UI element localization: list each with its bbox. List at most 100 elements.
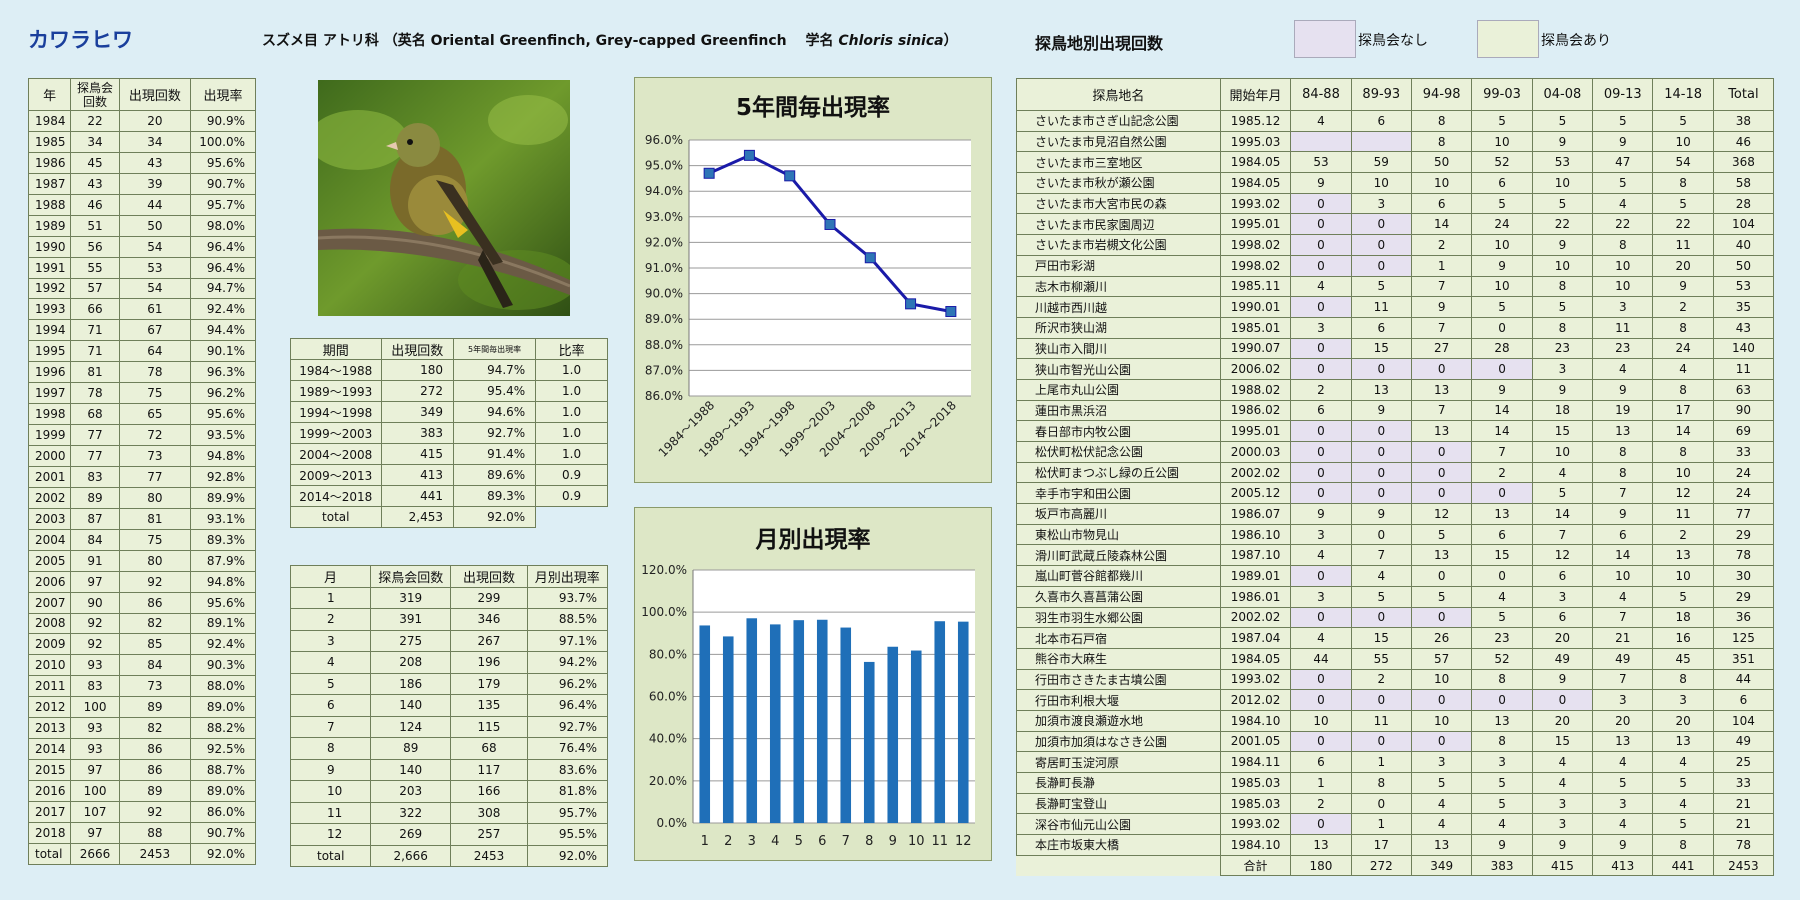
appearances-cell: 89 [118, 780, 191, 802]
x-tick-label: 7 [842, 834, 850, 849]
meetings-cell: 83 [70, 465, 120, 488]
total-cell: 92.0% [452, 506, 537, 528]
rate-cell: 94.7% [452, 359, 537, 381]
site-start: 2002.02 [1219, 461, 1292, 484]
period-cell: 1999～2003 [290, 422, 382, 444]
table-row: 1990 56 54 96.4% [27, 235, 257, 258]
rate-cell: 88.5% [526, 608, 609, 631]
col-5yr-rate: 5年間毎出現率 [452, 338, 537, 360]
site-total: 49 [1712, 730, 1775, 753]
appearances-cell: 80 [118, 549, 191, 572]
x-tick-label: 1 [701, 834, 709, 849]
month-cell: 3 [290, 629, 371, 652]
site-count: 7 [1592, 668, 1654, 691]
meetings-cell: 391 [369, 608, 452, 631]
table-row: 1994～1998 349 94.6% 1.0 [290, 401, 608, 423]
appearances-cell: 64 [118, 340, 191, 363]
site-count: 6 [1350, 316, 1413, 339]
period-cell: 1989～1993 [290, 380, 382, 402]
ratio-cell: 1.0 [535, 359, 608, 381]
sum-cell: 2453 [1712, 854, 1775, 877]
rate-cell: 94.7% [189, 277, 257, 300]
rate-cell: 94.8% [189, 445, 257, 467]
ratio-cell: 0.9 [535, 485, 608, 507]
site-name: さいたま市秋が瀬公園 [1016, 172, 1221, 194]
rate-cell: 96.2% [526, 672, 609, 695]
meetings-cell: 92 [70, 612, 120, 635]
site-row: 志木市柳瀬川 1985.11 4 5 7 10 8 10 9 53 [1016, 275, 1775, 298]
site-count: 10 [1531, 441, 1594, 463]
table-row: 2008 92 82 89.1% [27, 612, 257, 635]
month-table-header: 月 探鳥会回数 出現回数 月別出現率 [290, 565, 609, 588]
site-start: 1988.02 [1219, 378, 1292, 401]
site-count: 5 [1471, 192, 1533, 215]
site-total: 30 [1712, 565, 1775, 587]
rate-cell: 100.0% [189, 130, 257, 153]
site-count: 4 [1290, 275, 1352, 298]
site-count: 22 [1592, 213, 1654, 236]
site-count: 10 [1471, 234, 1533, 256]
site-count: 49 [1531, 647, 1594, 670]
site-row: さいたま市大宮市民の森 1993.02 0 3 6 5 5 4 5 28 [1016, 192, 1775, 215]
ratio-cell: 1.0 [535, 401, 608, 423]
site-count: 14 [1592, 544, 1654, 567]
site-total: 33 [1712, 772, 1775, 794]
year-cell: 1994 [27, 319, 72, 342]
year-cell: 2016 [27, 780, 72, 802]
site-name: 行田市利根大堰 [1016, 689, 1221, 711]
year-cell: 2009 [27, 633, 72, 656]
site-count: 10 [1350, 172, 1413, 194]
site-count: 8 [1592, 461, 1654, 484]
line-chart-svg: 86.0% 87.0% 88.0% 89.0% 90.0% 91.0% 92.0% 93.0%… [645, 133, 971, 460]
site-name: 熊谷市大麻生 [1016, 647, 1221, 670]
site-row: 坂戸市高麗川 1986.07 9 9 12 13 14 9 11 77 [1016, 503, 1775, 525]
rate-cell: 92.7% [452, 422, 537, 444]
meetings-cell: 78 [70, 382, 120, 405]
table-row: 1993 66 61 92.4% [27, 298, 257, 321]
meetings-cell: 100 [70, 780, 120, 802]
site-name: 加須市渡良瀬遊水地 [1016, 709, 1221, 732]
site-row: さいたま市三室地区 1984.05 53 59 50 52 53 47 54 368 [1016, 151, 1775, 174]
y-tick-label: 100.0% [641, 605, 687, 619]
rate-cell: 94.2% [526, 651, 609, 674]
appearances-cell: 267 [450, 629, 528, 652]
site-count: 15 [1350, 627, 1413, 649]
site-count: 5 [1471, 772, 1533, 794]
data-point [743, 149, 755, 161]
table-row: 1998 68 65 95.6% [27, 403, 257, 426]
bar [887, 646, 899, 823]
year-cell: 2000 [27, 445, 72, 467]
data-point [864, 252, 876, 264]
table-row: 6 140 135 96.4% [290, 694, 609, 717]
year-cell: 1996 [27, 361, 72, 384]
site-count: 5 [1471, 606, 1533, 629]
empty-cell [1016, 855, 1221, 876]
legend-label-some: 探鳥会あり [1541, 33, 1611, 49]
site-count: 2 [1290, 378, 1352, 401]
table-row: 7 124 115 92.7% [290, 715, 609, 738]
site-count: 0 [1531, 689, 1594, 711]
rate-cell: 95.6% [189, 151, 257, 174]
site-name: 戸田市彩湖 [1016, 254, 1221, 277]
site-count: 5 [1410, 523, 1473, 546]
table-row: 1999 77 72 93.5% [27, 424, 257, 446]
month-total-row: total 2,666 2453 92.0% [290, 844, 609, 867]
site-row: 本庄市坂東大橋 1984.10 13 17 13 9 9 9 8 78 [1016, 834, 1775, 856]
month-cell: 9 [290, 758, 371, 781]
col-appearances: 出現回数 [118, 78, 191, 111]
site-count: 5 [1471, 296, 1533, 318]
table-row: 1992 57 54 94.7% [27, 277, 257, 300]
col-meetings: 探鳥会回数 [369, 565, 452, 588]
site-count: 0 [1410, 461, 1473, 484]
site-count: 7 [1410, 316, 1473, 339]
site-total: 11 [1712, 358, 1775, 380]
site-count: 20 [1531, 627, 1594, 649]
site-count: 0 [1410, 441, 1473, 463]
rate-cell: 88.7% [189, 759, 257, 781]
site-count: 9 [1652, 275, 1714, 298]
rate-cell: 89.0% [189, 780, 257, 802]
table-row: 2009 92 85 92.4% [27, 633, 257, 656]
table-row: 9 140 117 83.6% [290, 758, 609, 781]
site-count: 0 [1410, 730, 1473, 753]
site-count: 13 [1410, 544, 1473, 567]
